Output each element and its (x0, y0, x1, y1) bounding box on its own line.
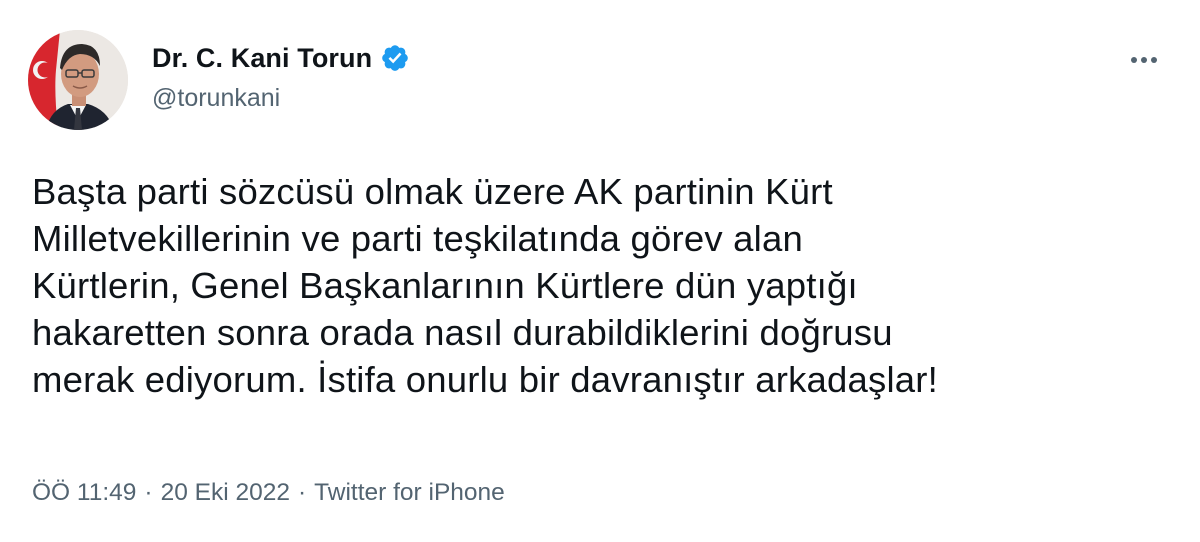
author-name[interactable]: Dr. C. Kani Torun (152, 43, 372, 74)
meta-separator: · (298, 479, 307, 506)
tweet-date[interactable]: 20 Eki 2022 (161, 479, 290, 507)
avatar[interactable] (28, 30, 128, 130)
tweet-meta: ÖÖ 11:49 · 20 Eki 2022 · Twitter for iPh… (32, 479, 505, 507)
author-name-row: Dr. C. Kani Torun (152, 40, 410, 76)
tweet-source[interactable]: Twitter for iPhone (314, 479, 505, 507)
tweet-time[interactable]: ÖÖ 11:49 (32, 479, 136, 507)
meta-separator: · (144, 479, 153, 506)
tweet-text: Başta parti sözcüsü olmak üzere AK parti… (32, 171, 939, 400)
author-handle[interactable]: @torunkani (152, 84, 410, 113)
verified-badge-icon (380, 43, 410, 73)
author-block: Dr. C. Kani Torun @torunkani (152, 40, 410, 113)
tweet-card: Dr. C. Kani Torun @torunkani Başta parti… (0, 0, 1200, 542)
more-options-icon[interactable] (1126, 46, 1162, 70)
avatar-photo (28, 30, 128, 130)
